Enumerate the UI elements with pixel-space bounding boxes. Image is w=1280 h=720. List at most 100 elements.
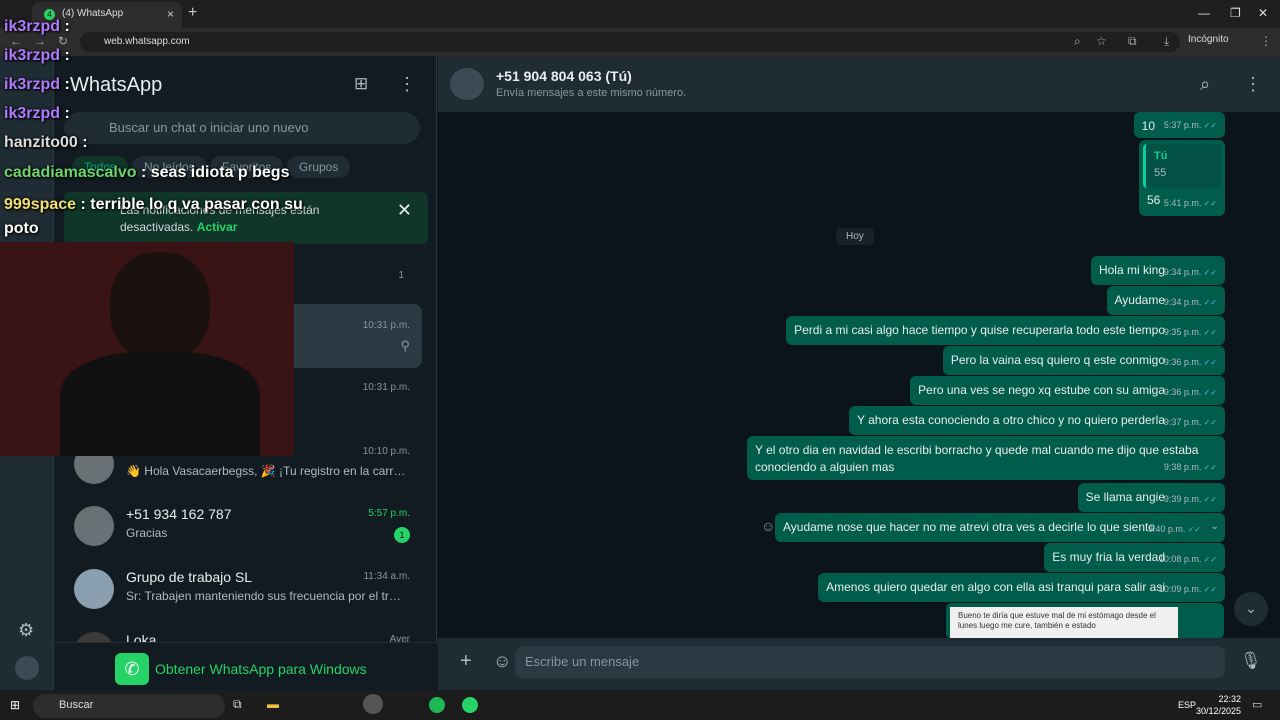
image-message[interactable]: Bueno te diría que estuve mal de mi estó… [946,603,1224,639]
settings-gear-icon[interactable]: ⚙ [18,620,34,641]
chat-preview: Gracias [126,526,168,540]
message-time: 5:41 p.m. [1164,195,1217,212]
message-bubble[interactable]: Es muy fria la verdad 10:08 p.m. [1044,543,1225,572]
profile-avatar[interactable] [15,656,39,680]
chat-preview: 👋 Hola Vasacaerbegss, 🎉 ¡Tu registro en … [126,464,406,478]
minimize-icon[interactable]: — [1198,6,1210,20]
message-time: 9:36 p.m. [1164,354,1217,371]
attach-plus-icon[interactable]: + [460,650,472,673]
menu-icon[interactable]: ⋮ [398,74,416,95]
message-time: 10:08 p.m. [1159,551,1217,568]
chat-time: 11:34 a.m. [363,571,410,582]
input-language[interactable]: ESP [1178,700,1196,710]
close-window-icon[interactable]: ✕ [1258,6,1268,20]
message-bubble[interactable]: Amenos quiero quedar en algo con ella as… [818,573,1225,602]
chat-row[interactable]: Grupo de trabajo SL 11:34 a.m. Sr: Traba… [64,561,422,625]
message-menu-chevron-icon[interactable]: ⌄ [1211,518,1219,535]
incognito-label[interactable]: Incógnito [1188,34,1229,45]
message-text: Ayudame nose que hacer no me atrevi otra… [783,520,1155,534]
emoji-icon[interactable]: ☺ [493,651,511,672]
stream-chat-line: 999space : terrible lo q va pasar con su… [4,196,303,237]
system-clock[interactable]: 22:32 30/12/2025 [1196,693,1241,717]
message-text: Pero la vaina esq quiero q este conmigo [950,353,1165,367]
message-text: Ayudame [1114,293,1165,307]
message-text: Perdi a mi casi algo hace tiempo y quise… [794,323,1165,337]
contact-subtitle: Envía mensajes a este mismo número. [496,87,687,99]
close-banner-icon[interactable]: ✕ [397,201,412,219]
chat-avatar [74,569,114,609]
message-bubble[interactable]: Perdi a mi casi algo hace tiempo y quise… [786,316,1225,345]
message-time: 9:35 p.m. [1164,324,1217,341]
spotify-icon[interactable] [429,697,445,713]
message-bubble[interactable]: Ayudame nose que hacer no me atrevi otra… [775,513,1225,542]
message-text: 10 [1141,119,1155,133]
message-bubble[interactable]: Ayudame 9:34 p.m. [1106,286,1225,315]
message-bubble[interactable]: Hola mi king 9:34 p.m. [1090,256,1225,285]
chat-avatar [74,632,114,642]
message-time: 9:36 p.m. [1164,384,1217,401]
task-view-icon[interactable]: ⧉ [233,697,242,712]
windows-start-icon[interactable]: ⊞ [10,698,20,712]
webcam-overlay [0,242,294,456]
notification-center-icon[interactable]: ▭ [1252,698,1262,711]
contact-avatar[interactable] [450,68,484,100]
message-text: Pero una ves se nego xq estube con su am… [918,383,1165,397]
message-bubble[interactable]: Y ahora esta conociendo a otro chico y n… [849,406,1225,435]
scroll-down-icon[interactable]: ⌄ [1234,592,1268,626]
date-divider: Hoy [836,228,874,245]
chrome-icon[interactable] [363,694,383,714]
message-text: Amenos quiero quedar en algo con ella as… [826,580,1165,594]
stream-chat-line: ik3rzpd : [4,76,70,93]
get-windows-link[interactable]: Obtener WhatsApp para Windows [155,661,367,677]
message-text: Es muy fria la verdad [1052,550,1165,564]
quote-author: Tú [1154,150,1168,162]
stream-chat-line: ik3rzpd : [4,47,70,64]
conversation-menu-icon[interactable]: ⋮ [1244,74,1262,95]
chat-name: +51 934 162 787 [126,506,232,522]
quoted-message[interactable]: Tú 55 [1143,144,1221,188]
message-bubble[interactable]: Tú 55 56 5:41 p.m. [1139,140,1225,216]
stream-chat-line: ik3rzpd : [4,105,70,122]
unread-count: 1 [398,270,404,281]
unread-badge: 1 [394,527,410,543]
taskbar-search[interactable]: Buscar [33,694,225,718]
microphone-icon[interactable]: 🎙 [1240,651,1262,671]
message-time: 10:09 p.m. [1159,581,1217,598]
message-bubble[interactable]: Se llama angie 9:39 p.m. [1077,483,1225,512]
clock-date: 30/12/2025 [1196,706,1242,716]
chat-row[interactable]: +51 934 162 787 5:57 p.m. Gracias 1 [64,498,422,562]
message-text: Y ahora esta conociendo a otro chico y n… [857,413,1165,427]
stream-chat-overlay: ik3rzpd : ik3rzpd : ik3rzpd : ik3rzpd : … [0,0,330,240]
whatsapp-taskbar-icon[interactable] [462,697,478,713]
chat-name: Loka [126,632,157,642]
chat-time: 10:10 p.m. [362,446,410,457]
message-time: 9:38 p.m. [1164,459,1217,476]
maximize-icon[interactable]: ❐ [1230,6,1241,20]
chat-name: Grupo de trabajo SL [126,569,253,585]
streamer-shirt [60,352,260,456]
browser-menu-icon[interactable]: ⋮ [1260,34,1272,48]
new-chat-icon[interactable]: ⊞ [354,74,368,94]
chat-row[interactable]: Loka Ayer [64,624,422,642]
message-time: 9:34 p.m. [1164,264,1217,281]
bookmark-star-icon[interactable]: ☆ [1096,34,1107,48]
whatsapp-logo-icon: ✆ [115,653,149,685]
message-bubble[interactable]: Pero una ves se nego xq estube con su am… [910,376,1225,405]
download-icon[interactable]: ⤓ [1164,34,1169,49]
message-text: Hola mi king [1098,263,1165,277]
pin-icon: ⚲ [400,338,410,353]
react-emoji-icon[interactable]: ☺ [761,518,775,534]
search-icon[interactable]: ⌕ [1200,74,1210,95]
chat-time: 10:31 p.m. [362,320,410,331]
message-input[interactable]: Escribe un mensaje [515,646,1225,678]
extension-icon[interactable]: ⧉ [1128,34,1137,49]
contact-name[interactable]: +51 904 804 063 (Tú) [496,68,632,84]
message-bubble[interactable]: 10 5:37 p.m. [1133,112,1225,138]
chat-avatar [74,506,114,546]
chat-time: 5:57 p.m. [368,508,410,519]
chat-time: Ayer [389,634,410,642]
zoom-icon[interactable]: ⌕ [1074,34,1081,49]
message-bubble[interactable]: Pero la vaina esq quiero q este conmigo 9… [942,346,1225,375]
file-explorer-icon[interactable]: ▬ [267,697,279,711]
message-bubble[interactable]: Y el otro dia en navidad le escribi borr… [747,436,1225,480]
